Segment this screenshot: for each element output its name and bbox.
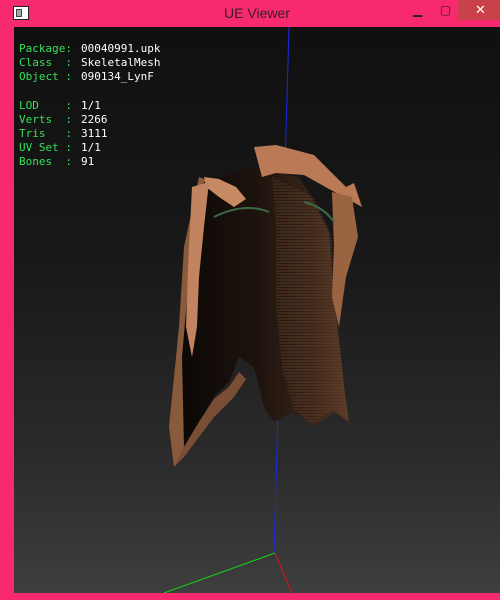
info-row-bones: Bones :91 [19,155,95,169]
info-row-class: Class : SkeletalMesh [19,56,161,70]
maximize-button[interactable]: ▢ [432,0,459,20]
info-row-object: Object :090134_LynF [19,70,154,84]
minimize-button[interactable]: ▁ [404,0,431,20]
maximize-icon: ▢ [439,3,452,17]
y-axis-line [163,552,276,593]
3d-viewport[interactable]: Package: 00040991.upk Class : SkeletalMesh… [14,27,500,593]
minimize-icon: ▁ [412,3,423,17]
skeletal-mesh [169,145,362,467]
title-bar[interactable]: UE Viewer ▁ ▢ ✕ [7,0,500,27]
info-row-tris: Tris :3111 [19,127,108,141]
info-row-lod: LOD :1/1 [19,98,101,112]
info-row-uvset: UV Set :1/1 [19,141,101,155]
info-row-package: Package: 00040991.upk [19,42,161,55]
info-row-verts: Verts :2266 [19,112,108,126]
close-button[interactable]: ✕ [458,0,500,20]
app-window: UE Viewer ▁ ▢ ✕ Package: 00040991.upk Cl… [0,0,500,600]
close-icon: ✕ [475,2,486,18]
mesh-info-panel: Package: 00040991.upk Class : SkeletalMesh… [19,42,160,170]
x-axis-line [274,552,293,593]
